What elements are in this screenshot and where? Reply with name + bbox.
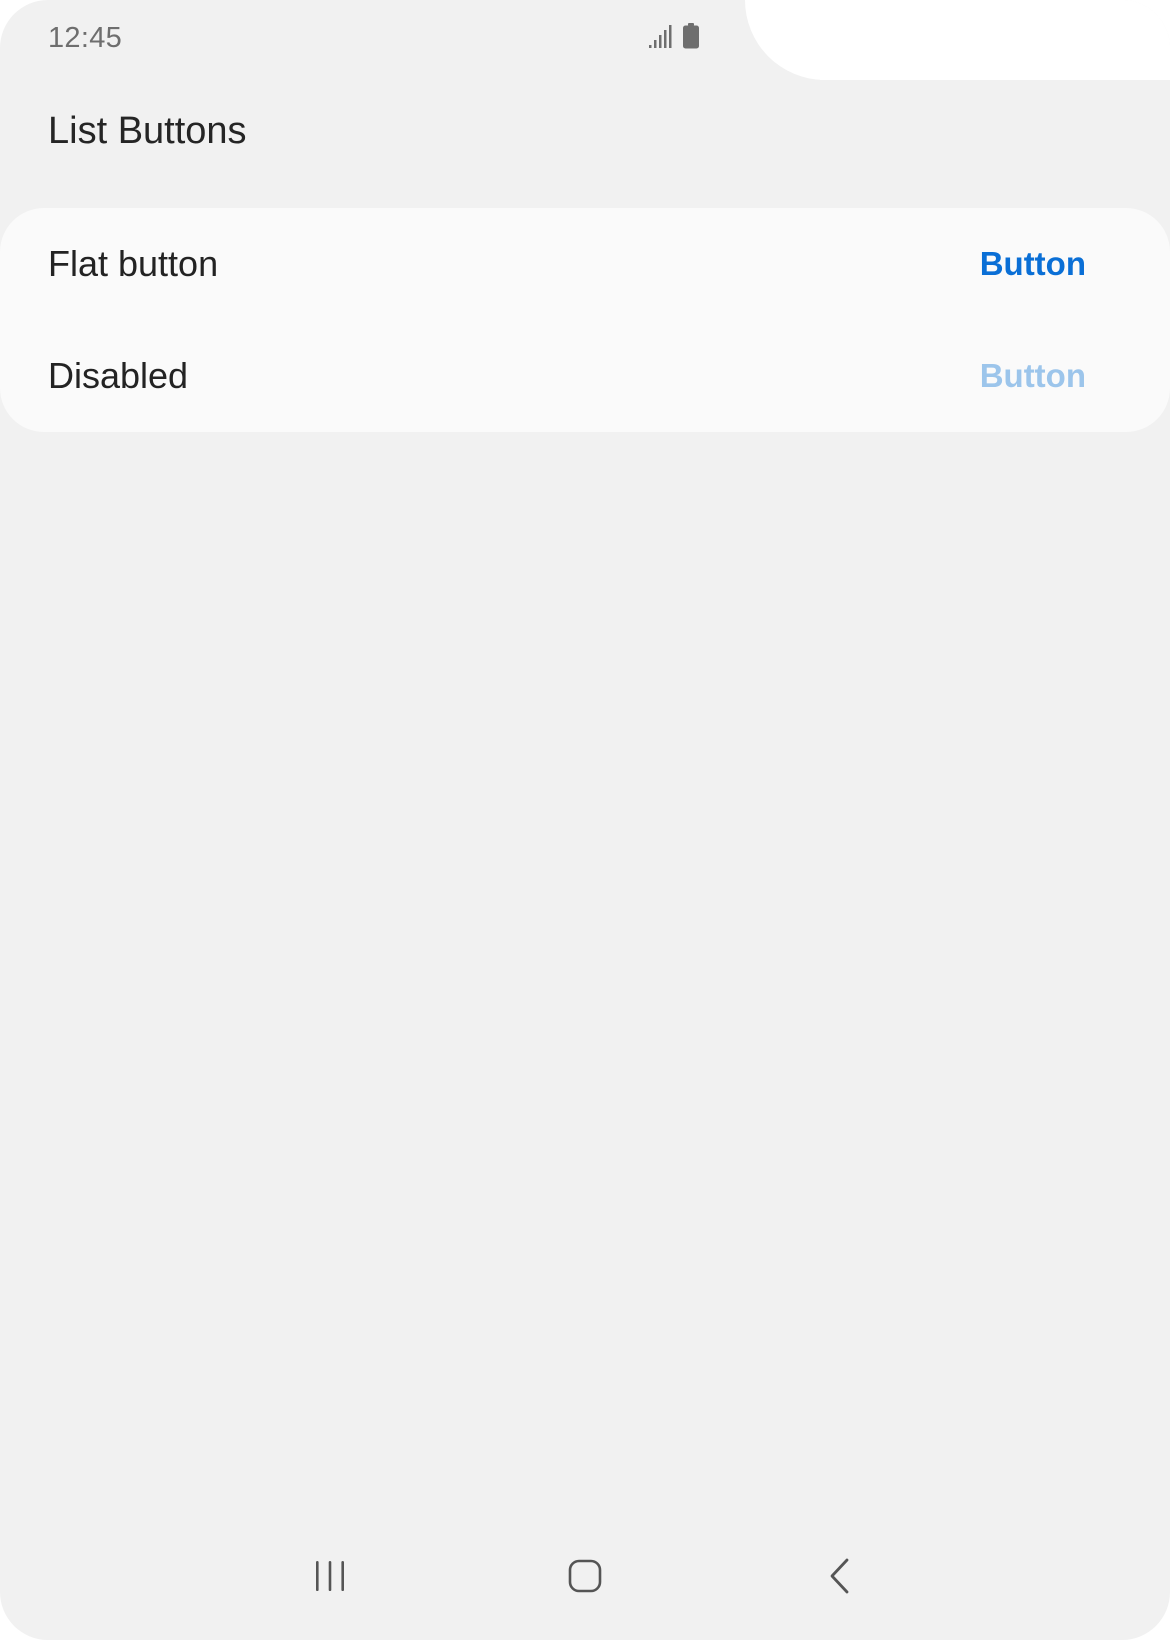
recent-apps-button[interactable] (300, 1548, 360, 1608)
home-icon (568, 1559, 602, 1598)
navigation-bar (0, 1520, 1170, 1640)
recent-apps-icon (313, 1559, 347, 1598)
screen: 12:45 List Buttons Flat button Button Di… (0, 0, 1170, 1640)
page-title: List Buttons (48, 110, 247, 152)
list-item-label: Disabled (48, 355, 189, 396)
battery-icon (682, 23, 700, 54)
list-item-flat-button: Flat button Button (0, 208, 1170, 320)
home-button[interactable] (555, 1548, 615, 1608)
camera-cutout-fill (820, 0, 1170, 80)
back-button[interactable] (810, 1548, 870, 1608)
status-icons (648, 23, 700, 54)
disabled-button: Button (979, 357, 1086, 394)
status-time: 12:45 (48, 22, 123, 54)
list-item-label: Flat button (48, 243, 219, 284)
flat-button[interactable]: Button (980, 245, 1086, 283)
back-icon (823, 1557, 857, 1600)
list-item-disabled: Disabled Button (0, 320, 1170, 432)
signal-icon (648, 23, 674, 54)
status-bar: 12:45 (0, 0, 740, 80)
list-card: Flat button Button Disabled Button (0, 208, 1170, 432)
